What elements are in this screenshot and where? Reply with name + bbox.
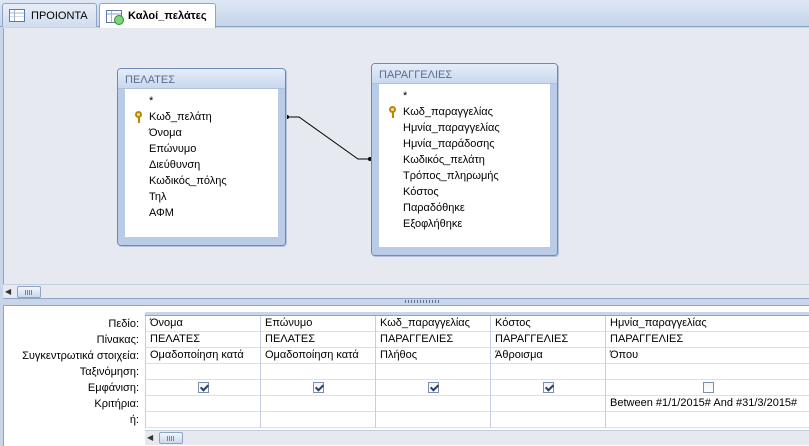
row-label-or: ή:	[129, 414, 139, 426]
field-item[interactable]: Επώνυμο	[149, 141, 196, 157]
criteria-cell[interactable]	[146, 396, 260, 412]
total-cell[interactable]: Πλήθος	[376, 348, 490, 364]
query-design-area[interactable]: ΠΕΛΑΤΕΣ * Κωδ_πελάτη Όνομα Επώνυμο Διεύθ…	[3, 28, 809, 284]
field-list[interactable]: * Κωδ_παραγγελίας Ημνία_παραγγελίας Ημνί…	[379, 84, 550, 255]
show-cell[interactable]	[261, 380, 375, 396]
field-item[interactable]: *	[149, 93, 153, 109]
criteria-cell[interactable]	[376, 396, 490, 412]
query-icon	[106, 9, 124, 25]
or-cell[interactable]	[261, 412, 375, 428]
table-cell[interactable]: ΠΑΡΑΓΓΕΛΙΕΣ	[376, 332, 490, 348]
total-cell[interactable]: Όπου	[606, 348, 809, 364]
field-item[interactable]: Κόστος	[403, 184, 439, 200]
show-checkbox[interactable]	[702, 382, 714, 393]
sort-cell[interactable]	[606, 364, 809, 380]
table-paraggelies[interactable]: ΠΑΡΑΓΓΕΛΙΕΣ * Κωδ_παραγγελίας Ημνία_παρα…	[371, 63, 558, 256]
or-cell[interactable]	[376, 412, 490, 428]
scrollbar-thumb[interactable]	[17, 286, 41, 298]
field-cell[interactable]: Όνομα	[146, 316, 260, 332]
splitter-grip-icon[interactable]	[405, 300, 441, 303]
grid-column: Επώνυμο ΠΕΛΑΤΕΣ Ομαδοποίηση κατά	[260, 316, 375, 428]
show-checkbox[interactable]	[427, 382, 439, 393]
tab-proionta[interactable]: ΠΡΟΙΟΝΤΑ	[2, 3, 97, 27]
row-label-field: Πεδίο:	[108, 318, 139, 330]
show-checkbox[interactable]	[312, 382, 324, 393]
row-label-table: Πίνακας:	[96, 334, 139, 346]
tab-kaloi-pelates[interactable]: Καλοί_πελάτες	[99, 3, 216, 28]
grid-horizontal-scrollbar[interactable]: ◀	[145, 430, 809, 445]
criteria-cell[interactable]: Between #1/1/2015# And #31/3/2015#	[606, 396, 809, 412]
row-label-sort: Ταξινόμηση:	[79, 366, 139, 378]
field-list[interactable]: * Κωδ_πελάτη Όνομα Επώνυμο Διεύθυνση Κωδ…	[125, 89, 278, 245]
row-label-show: Εμφάνιση:	[87, 382, 139, 394]
row-label-total: Συγκεντρωτικά στοιχεία:	[22, 350, 139, 362]
document-tab-strip: ΠΡΟΙΟΝΤΑ Καλοί_πελάτες	[0, 0, 809, 28]
query-design-grid: Πεδίο: Πίνακας: Συγκεντρωτικά στοιχεία: …	[3, 306, 809, 446]
primary-key-icon	[135, 111, 143, 123]
criteria-cell[interactable]	[491, 396, 605, 412]
field-item-key[interactable]: Κωδ_παραγγελίας	[389, 104, 493, 120]
or-cell[interactable]	[146, 412, 260, 428]
field-item[interactable]: Τηλ	[149, 189, 167, 205]
field-item[interactable]: Παραδόθηκε	[403, 200, 465, 216]
field-item[interactable]: Ημνία_παραγγελίας	[403, 120, 500, 136]
scroll-left-icon[interactable]: ◀	[147, 433, 156, 443]
field-cell[interactable]: Κωδ_παραγγελίας	[376, 316, 490, 332]
table-cell[interactable]: ΠΕΛΑΤΕΣ	[146, 332, 260, 348]
show-cell[interactable]	[376, 380, 490, 396]
table-title[interactable]: ΠΑΡΑΓΓΕΛΙΕΣ	[372, 64, 557, 84]
sort-cell[interactable]	[261, 364, 375, 380]
show-checkbox[interactable]	[542, 382, 554, 393]
criteria-cell[interactable]	[261, 396, 375, 412]
field-item-key[interactable]: Κωδ_πελάτη	[135, 109, 212, 125]
field-item[interactable]: Ημνία_παράδοσης	[403, 136, 495, 152]
show-checkbox[interactable]	[197, 382, 209, 393]
field-cell[interactable]: Επώνυμο	[261, 316, 375, 332]
field-item[interactable]: *	[403, 88, 407, 104]
field-item[interactable]: Τρόπος_πληρωμής	[403, 168, 499, 184]
sort-cell[interactable]	[376, 364, 490, 380]
grid-column: Κόστος ΠΑΡΑΓΓΕΛΙΕΣ Άθροισμα	[490, 316, 605, 428]
scrollbar-thumb[interactable]	[159, 432, 183, 444]
total-cell[interactable]: Άθροισμα	[491, 348, 605, 364]
row-label-criteria: Κριτήρια:	[94, 398, 139, 410]
field-item[interactable]: ΑΦΜ	[149, 205, 174, 221]
table-title[interactable]: ΠΕΛΑΤΕΣ	[118, 69, 285, 89]
field-cell[interactable]: Ημνία_παραγγελίας	[606, 316, 809, 332]
table-icon	[9, 9, 25, 22]
show-cell[interactable]	[146, 380, 260, 396]
grid-column: Ημνία_παραγγελίας ΠΑΡΑΓΓΕΛΙΕΣ Όπου Betwe…	[605, 316, 809, 428]
field-item[interactable]: Διεύθυνση	[149, 157, 200, 173]
table-cell[interactable]: ΠΕΛΑΤΕΣ	[261, 332, 375, 348]
grid-column: Όνομα ΠΕΛΑΤΕΣ Ομαδοποίηση κατά	[145, 316, 260, 428]
show-cell[interactable]	[491, 380, 605, 396]
tab-label: Καλοί_πελάτες	[128, 10, 207, 22]
total-cell[interactable]: Ομαδοποίηση κατά	[261, 348, 375, 364]
scroll-left-icon[interactable]: ◀	[5, 287, 14, 297]
pane-splitter[interactable]	[3, 298, 809, 306]
tab-label: ΠΡΟΙΟΝΤΑ	[31, 9, 88, 22]
field-item[interactable]: Κωδικός_πόλης	[149, 173, 227, 189]
field-item[interactable]: Εξοφλήθηκε	[403, 216, 462, 232]
field-label: Κωδ_παραγγελίας	[403, 106, 493, 118]
or-cell[interactable]	[606, 412, 809, 428]
field-cell[interactable]: Κόστος	[491, 316, 605, 332]
field-item[interactable]: Κωδικός_πελάτη	[403, 152, 485, 168]
show-cell[interactable]	[606, 380, 809, 396]
field-item[interactable]: Όνομα	[149, 125, 182, 141]
field-label: Κωδ_πελάτη	[149, 111, 212, 123]
grid-column: Κωδ_παραγγελίας ΠΑΡΑΓΓΕΛΙΕΣ Πλήθος	[375, 316, 490, 428]
grid-row-labels: Πεδίο: Πίνακας: Συγκεντρωτικά στοιχεία: …	[4, 316, 144, 428]
table-cell[interactable]: ΠΑΡΑΓΓΕΛΙΕΣ	[606, 332, 809, 348]
design-horizontal-scrollbar[interactable]: ◀	[3, 284, 809, 298]
table-cell[interactable]: ΠΑΡΑΓΓΕΛΙΕΣ	[491, 332, 605, 348]
sort-cell[interactable]	[146, 364, 260, 380]
or-cell[interactable]	[491, 412, 605, 428]
primary-key-icon	[389, 106, 397, 118]
sort-cell[interactable]	[491, 364, 605, 380]
total-cell[interactable]: Ομαδοποίηση κατά	[146, 348, 260, 364]
table-pelates[interactable]: ΠΕΛΑΤΕΣ * Κωδ_πελάτη Όνομα Επώνυμο Διεύθ…	[117, 68, 286, 246]
